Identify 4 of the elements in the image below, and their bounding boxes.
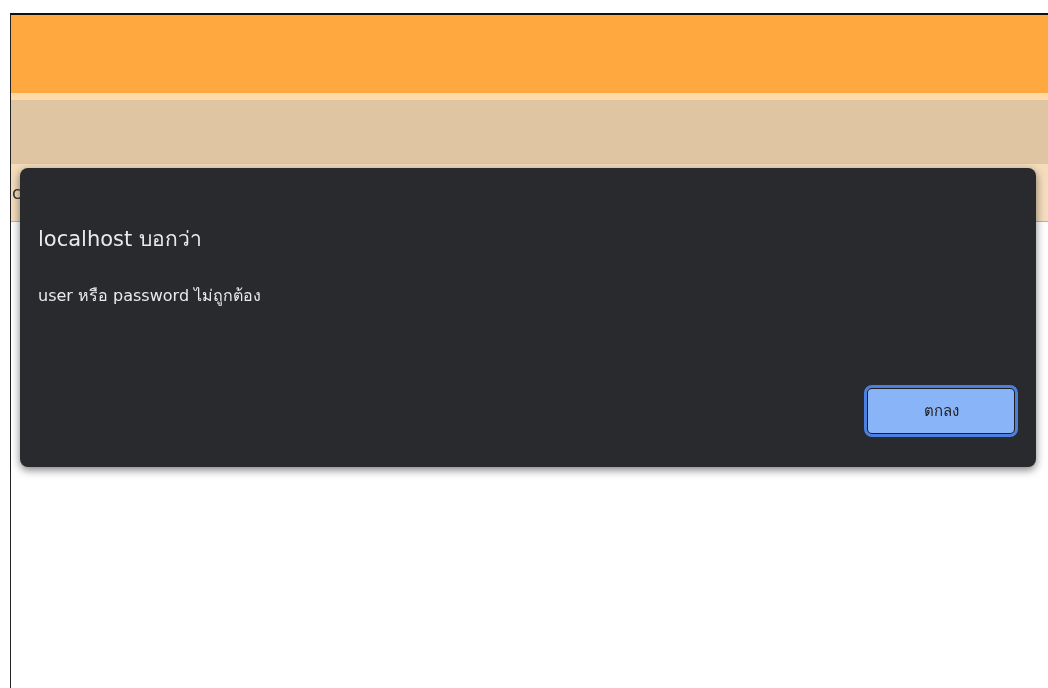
dialog-title: localhost บอกว่า [38,226,202,253]
page-text: c [12,182,22,203]
dialog-message: user หรือ password ไม่ถูกต้อง [38,285,262,308]
ok-button[interactable]: ตกลง [866,387,1016,435]
